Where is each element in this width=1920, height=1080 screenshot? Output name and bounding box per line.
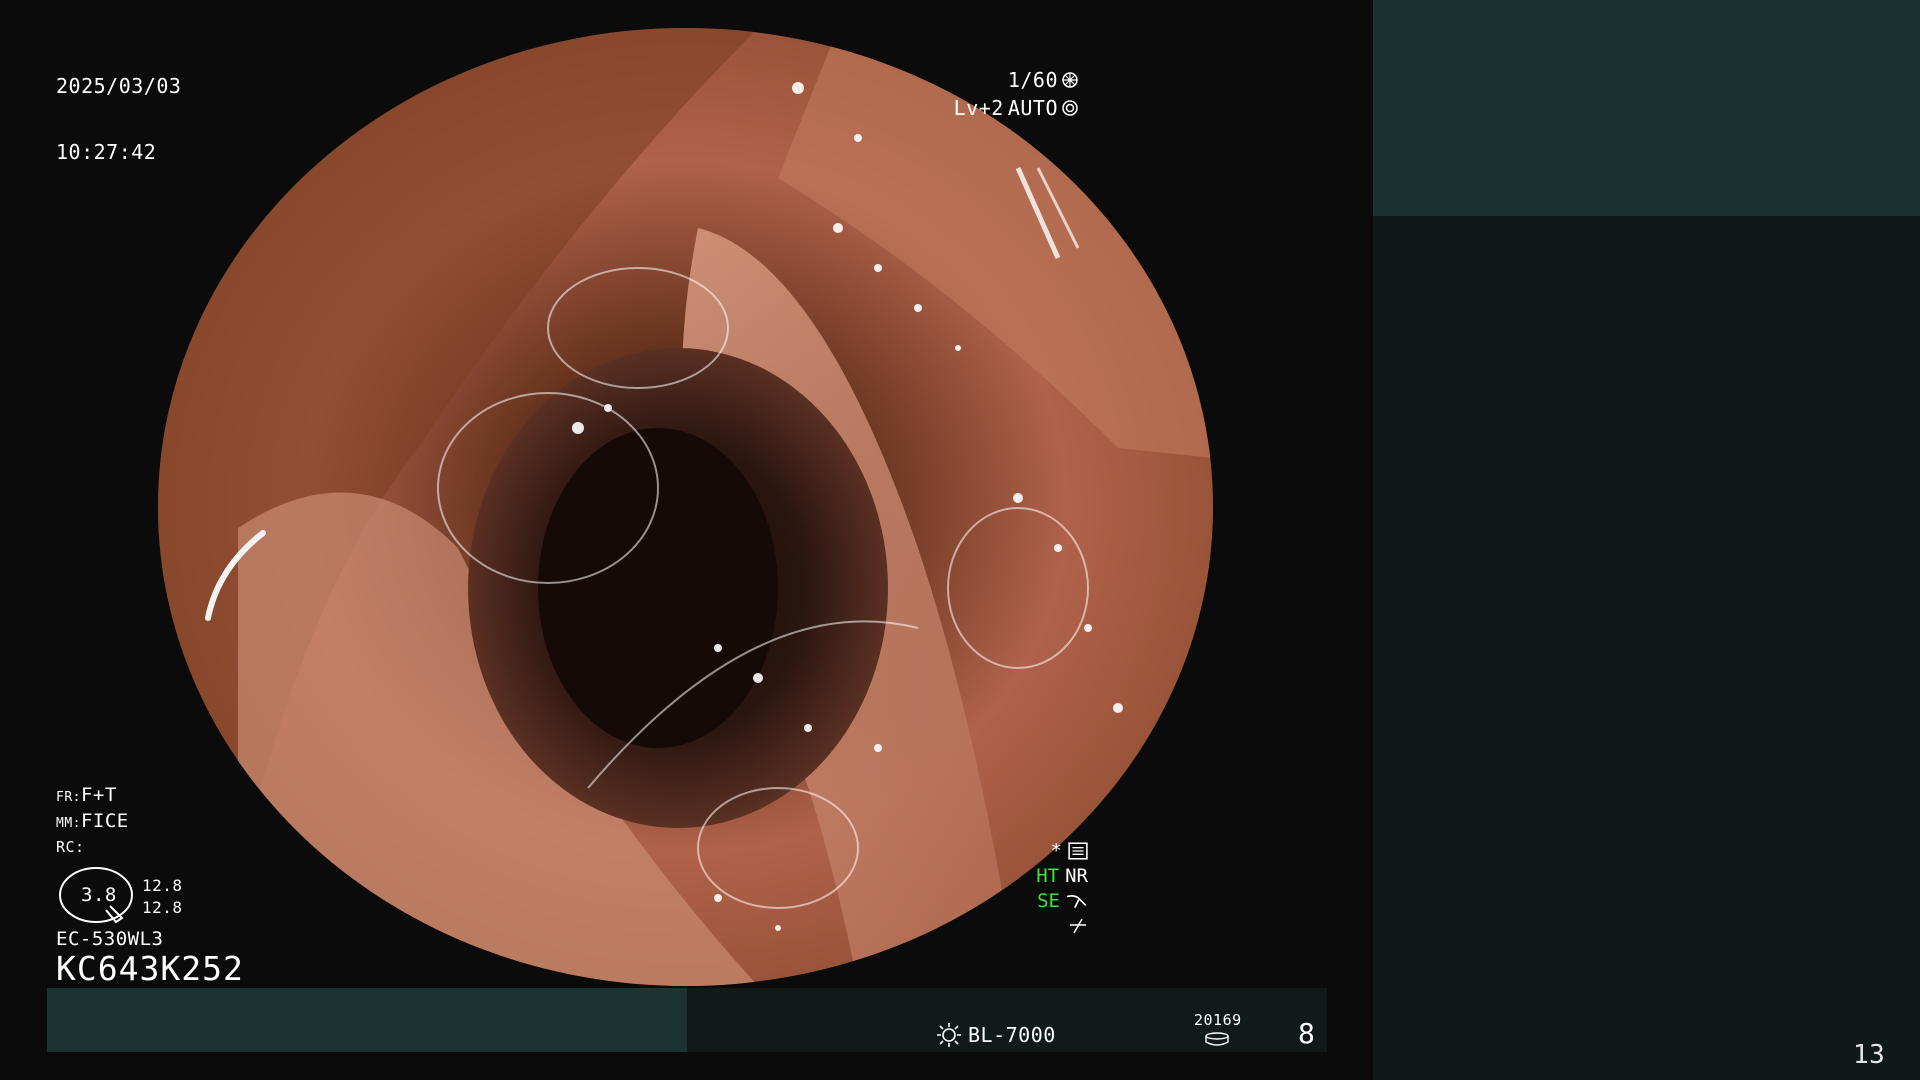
bottom-bar-left — [47, 988, 687, 1052]
zoom-range-1: 12.8 — [142, 876, 183, 895]
lamp-icon — [937, 1023, 961, 1047]
shutter-speed: 1/60 — [1008, 70, 1078, 90]
light-source: BL-7000 — [936, 1022, 1056, 1048]
iris-mode: AUTO — [1007, 96, 1058, 120]
brightness-level: Lv+2 AUTO — [954, 98, 1078, 118]
fr-value: F+T — [80, 784, 117, 806]
aperture-icon — [1062, 72, 1078, 88]
mm-mode: MM:FICE — [56, 812, 129, 831]
star-indicator: * — [1050, 839, 1062, 862]
light-source-model: BL-7000 — [968, 1023, 1056, 1047]
time: 10:27:42 — [56, 140, 157, 164]
rc-label: RC: — [56, 838, 85, 856]
status-row-edge — [1036, 913, 1088, 938]
status-row-se: SE — [1036, 888, 1088, 913]
zoom-value: 3.8 — [81, 884, 117, 906]
status-indicators: * HT NR SE — [1036, 838, 1088, 938]
usage-counter: 20169 — [1194, 1011, 1242, 1029]
endoscopy-screen: 2025/03/03 10:27:42 1/60 Lv+2 AUTO FR:F+… — [0, 0, 1920, 1080]
fr-label: FR: — [56, 790, 81, 805]
edge-icon — [1070, 918, 1086, 933]
status-row-ht-nr: HT NR — [1036, 863, 1088, 888]
mm-label: MM: — [56, 816, 81, 831]
status-row-menu: * — [1036, 838, 1088, 863]
date-time: 2025/03/03 10:27:42 — [56, 36, 181, 208]
scope-serial: KC643K252 — [56, 949, 244, 988]
level-value: Lv+2 — [953, 96, 1004, 120]
date: 2025/03/03 — [56, 74, 182, 98]
side-panel-top — [1373, 0, 1920, 216]
frame-mode: FR:F+T — [56, 786, 117, 805]
zoom-range-2: 12.8 — [142, 898, 183, 917]
mm-value: FICE — [80, 810, 129, 832]
page-number: 13 — [1853, 1040, 1886, 1070]
side-panel-bottom — [1373, 216, 1920, 1080]
ht-indicator: HT — [1036, 864, 1060, 887]
enhance-curve-icon — [1066, 894, 1087, 908]
scope-model: EC-530WL3 — [56, 928, 164, 950]
menu-list-icon — [1068, 841, 1088, 860]
image-count: 8 — [1298, 1017, 1316, 1050]
iris-icon — [1062, 100, 1078, 116]
shutter-value: 1/60 — [1007, 68, 1058, 92]
storage-disk-icon — [1205, 1032, 1229, 1046]
se-indicator: SE — [1037, 889, 1060, 912]
nr-indicator: NR — [1065, 864, 1088, 887]
